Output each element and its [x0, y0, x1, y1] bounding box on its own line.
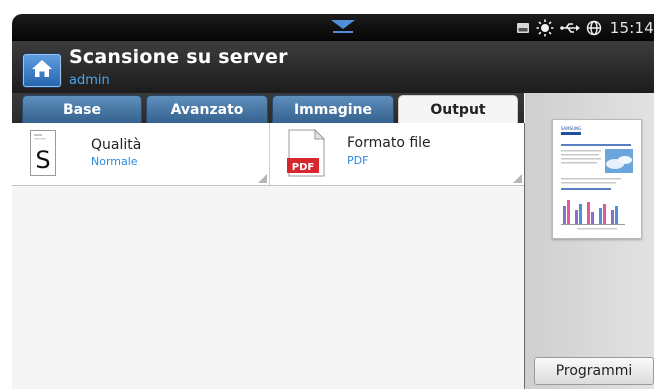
toner-icon: [516, 21, 530, 35]
tab-bar: Base Avanzato Immagine Output: [12, 93, 524, 123]
usb-icon: [559, 21, 580, 35]
device-screen: 15:14 Scansione su server admin Base Ava…: [12, 14, 654, 389]
status-icons: 15:14: [516, 14, 654, 41]
page-title: Scansione su server: [69, 46, 288, 68]
quality-corner-indicator: [258, 174, 267, 183]
status-bar: 15:14: [12, 14, 654, 41]
tab-output[interactable]: Output: [398, 95, 518, 123]
file-format-value: PDF: [347, 154, 369, 167]
quality-value: Normale: [91, 155, 138, 168]
preview-page-graphic: SAMSUNG: [561, 126, 633, 230]
quality-s-icon: S: [30, 130, 56, 180]
home-button[interactable]: [23, 54, 61, 87]
quality-label: Qualità: [91, 137, 142, 153]
document-preview-thumbnail[interactable]: SAMSUNG: [552, 119, 642, 239]
quality-icon-letter: S: [35, 146, 50, 174]
user-name: admin: [69, 73, 110, 88]
network-globe-icon: [586, 20, 602, 36]
tab-avanzato[interactable]: Avanzato: [146, 95, 268, 123]
pdf-badge-text: PDF: [292, 162, 314, 173]
tab-immagine[interactable]: Immagine: [272, 95, 394, 123]
preview-brand-text: SAMSUNG: [561, 126, 581, 131]
file-format-label: Formato file: [347, 135, 431, 151]
preview-sidebar: SAMSUNG Programmi: [525, 93, 654, 389]
quality-option[interactable]: S Qualità Normale: [12, 123, 269, 185]
programs-button[interactable]: Programmi: [534, 357, 654, 385]
notification-drawer-handle[interactable]: [330, 19, 356, 39]
file-format-corner-indicator: [513, 174, 522, 183]
home-icon: [31, 59, 53, 82]
tab-base[interactable]: Base: [22, 95, 142, 123]
options-panel: S Qualità Normale PDF Formato file PDF: [12, 123, 525, 389]
pdf-file-icon: PDF: [287, 128, 327, 181]
options-row: S Qualità Normale PDF Formato file PDF: [12, 123, 524, 186]
power-save-sun-icon: [536, 19, 554, 37]
status-clock: 15:14: [609, 18, 654, 37]
file-format-option[interactable]: PDF Formato file PDF: [270, 123, 524, 185]
app-header: Scansione su server admin: [12, 41, 654, 93]
